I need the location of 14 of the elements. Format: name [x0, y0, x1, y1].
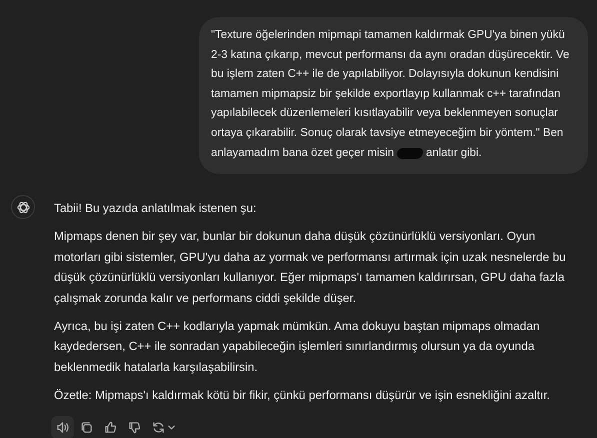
- user-message: anlayamadım bana özet geçer misin: [211, 146, 394, 161]
- thumbs-up-icon: [103, 420, 118, 436]
- logo-icon: [16, 200, 30, 215]
- speaker-button[interactable]: [51, 416, 74, 438]
- speaker-icon: [55, 420, 70, 436]
- user-message: anlatır gibi.: [426, 146, 482, 161]
- regenerate-icon: [151, 420, 166, 436]
- thumbs-down-icon: [127, 420, 142, 436]
- message-paragraph: Ayrıca, bu işi zaten C++ kodlarıyla yapmak mümkün. Ama dokuyu baştan mipmaps olmadan kaydedersen, C++ ile sonradan yapabileceğin işlemleri sınırlandırmış olursun ya da oyunda beklenmedik hatalarla karşılaşabilirsin.: [54, 318, 541, 376]
- copy-icon: [79, 420, 94, 436]
- message-paragraph: Özetle: Mipmaps'ı kaldırmak kötü bir fikir, çünkü performansı düşürür ve işin esnekliğini azaltır.: [54, 386, 551, 404]
- caret-icon: [167, 423, 176, 432]
- message-paragraph: Tabii! Bu yazıda anlatılmak istenen şu:: [54, 200, 258, 218]
- message-paragraph: Mipmaps denen bir şey var, bunlar bir dokunun daha düşük çözünürlüklü versiyonları. Oyun motorları gibi sistemler, GPU'yu daha az yormak ve performansı artırmak için uzak nesnelerde bu düşük çözünürlüklü versiyonları kullanıyor. Eğer mipmaps'ı tamamen kaldırırsan, GPU daha fazla çalışmak zorunda kalır ve performans ciddi şekilde düşer.: [54, 228, 567, 307]
